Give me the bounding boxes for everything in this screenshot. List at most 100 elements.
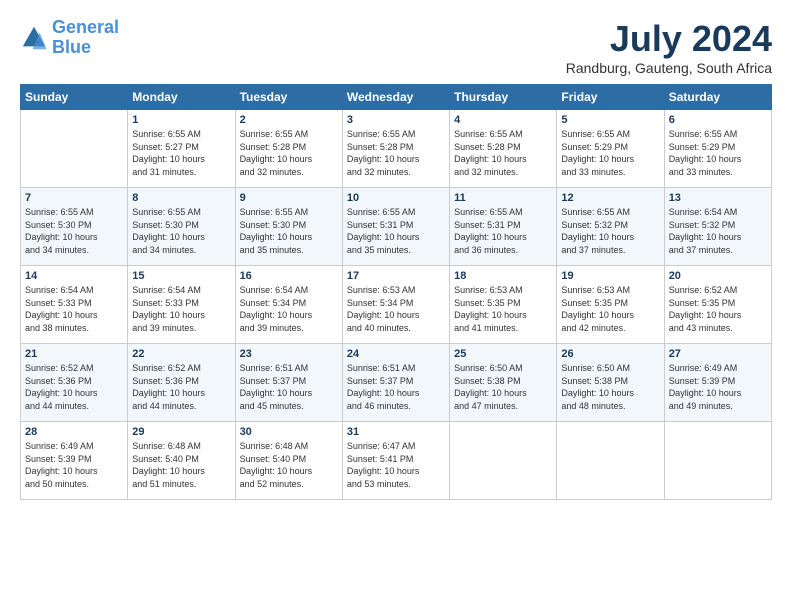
day-info: Sunrise: 6:49 AM Sunset: 5:39 PM Dayligh… <box>669 362 767 412</box>
day-number: 23 <box>240 348 338 360</box>
week-row: 1 Sunrise: 6:55 AM Sunset: 5:27 PM Daylig… <box>21 110 772 188</box>
calendar-cell: 8Sunrise: 6:55 AM Sunset: 5:30 PM Daylig… <box>128 188 235 266</box>
header-day: Sunday <box>21 85 128 110</box>
logo-line1: General <box>52 17 119 37</box>
header-day: Saturday <box>664 85 771 110</box>
header-day: Monday <box>128 85 235 110</box>
day-number: 28 <box>25 426 123 438</box>
header-day: Wednesday <box>342 85 449 110</box>
week-row: 28Sunrise: 6:49 AM Sunset: 5:39 PM Dayli… <box>21 422 772 500</box>
calendar-cell: 14 Sunrise: 6:54 AM Sunset: 5:33 PM Dayli… <box>21 266 128 344</box>
week-row: 7 Sunrise: 6:55 AM Sunset: 5:30 PM Daylig… <box>21 188 772 266</box>
calendar-cell: 1 Sunrise: 6:55 AM Sunset: 5:27 PM Daylig… <box>128 110 235 188</box>
day-info: Sunrise: 6:55 AM Sunset: 5:30 PM Dayligh… <box>240 206 338 256</box>
day-number: 31 <box>347 426 445 438</box>
day-info: Sunrise: 6:55 AM Sunset: 5:28 PM Dayligh… <box>347 128 445 178</box>
day-info: Sunrise: 6:50 AM Sunset: 5:38 PM Dayligh… <box>561 362 659 412</box>
day-number: 17 <box>347 270 445 282</box>
calendar-cell: 12 Sunrise: 6:55 AM Sunset: 5:32 PM Dayli… <box>557 188 664 266</box>
day-number: 6 <box>669 114 767 126</box>
day-number: 27 <box>669 348 767 360</box>
day-number: 3 <box>347 114 445 126</box>
calendar-cell <box>450 422 557 500</box>
day-info: Sunrise: 6:55 AM Sunset: 5:32 PM Dayligh… <box>561 206 659 256</box>
day-info: Sunrise: 6:47 AM Sunset: 5:41 PM Dayligh… <box>347 440 445 490</box>
day-number: 24 <box>347 348 445 360</box>
day-info: Sunrise: 6:55 AM Sunset: 5:30 PM Dayligh… <box>132 206 230 256</box>
header: General Blue July 2024 Randburg, Gauteng… <box>20 18 772 76</box>
header-day: Friday <box>557 85 664 110</box>
logo-icon <box>20 24 48 52</box>
day-info: Sunrise: 6:54 AM Sunset: 5:33 PM Dayligh… <box>132 284 230 334</box>
day-number: 10 <box>347 192 445 204</box>
calendar-cell: 7 Sunrise: 6:55 AM Sunset: 5:30 PM Daylig… <box>21 188 128 266</box>
calendar-cell: 5Sunrise: 6:55 AM Sunset: 5:29 PM Daylig… <box>557 110 664 188</box>
day-number: 11 <box>454 192 552 204</box>
calendar-cell: 28Sunrise: 6:49 AM Sunset: 5:39 PM Dayli… <box>21 422 128 500</box>
day-info: Sunrise: 6:55 AM Sunset: 5:27 PM Dayligh… <box>132 128 230 178</box>
day-number: 20 <box>669 270 767 282</box>
calendar-cell: 16 Sunrise: 6:54 AM Sunset: 5:34 PM Dayli… <box>235 266 342 344</box>
day-info: Sunrise: 6:48 AM Sunset: 5:40 PM Dayligh… <box>132 440 230 490</box>
day-info: Sunrise: 6:51 AM Sunset: 5:37 PM Dayligh… <box>240 362 338 412</box>
day-info: Sunrise: 6:54 AM Sunset: 5:33 PM Dayligh… <box>25 284 123 334</box>
day-info: Sunrise: 6:48 AM Sunset: 5:40 PM Dayligh… <box>240 440 338 490</box>
header-row: SundayMondayTuesdayWednesdayThursdayFrid… <box>21 85 772 110</box>
day-number: 16 <box>240 270 338 282</box>
day-info: Sunrise: 6:55 AM Sunset: 5:29 PM Dayligh… <box>561 128 659 178</box>
day-number: 2 <box>240 114 338 126</box>
month-title: July 2024 <box>566 18 772 60</box>
day-info: Sunrise: 6:55 AM Sunset: 5:30 PM Dayligh… <box>25 206 123 256</box>
day-number: 18 <box>454 270 552 282</box>
header-day: Tuesday <box>235 85 342 110</box>
day-info: Sunrise: 6:50 AM Sunset: 5:38 PM Dayligh… <box>454 362 552 412</box>
day-number: 12 <box>561 192 659 204</box>
calendar-cell: 19Sunrise: 6:53 AM Sunset: 5:35 PM Dayli… <box>557 266 664 344</box>
day-number: 15 <box>132 270 230 282</box>
day-number: 1 <box>132 114 230 126</box>
title-block: July 2024 Randburg, Gauteng, South Afric… <box>566 18 772 76</box>
calendar-cell: 26 Sunrise: 6:50 AM Sunset: 5:38 PM Dayli… <box>557 344 664 422</box>
week-row: 14 Sunrise: 6:54 AM Sunset: 5:33 PM Dayli… <box>21 266 772 344</box>
day-number: 25 <box>454 348 552 360</box>
calendar-cell: 18 Sunrise: 6:53 AM Sunset: 5:35 PM Dayli… <box>450 266 557 344</box>
logo-text: General Blue <box>52 18 119 58</box>
day-info: Sunrise: 6:52 AM Sunset: 5:36 PM Dayligh… <box>25 362 123 412</box>
day-number: 29 <box>132 426 230 438</box>
calendar-cell <box>664 422 771 500</box>
day-number: 7 <box>25 192 123 204</box>
calendar-cell: 24 Sunrise: 6:51 AM Sunset: 5:37 PM Dayli… <box>342 344 449 422</box>
calendar-cell: 21 Sunrise: 6:52 AM Sunset: 5:36 PM Dayli… <box>21 344 128 422</box>
calendar-cell: 4Sunrise: 6:55 AM Sunset: 5:28 PM Daylig… <box>450 110 557 188</box>
calendar-cell: 2 Sunrise: 6:55 AM Sunset: 5:28 PM Daylig… <box>235 110 342 188</box>
calendar-cell: 23 Sunrise: 6:51 AM Sunset: 5:37 PM Dayli… <box>235 344 342 422</box>
calendar-cell: 13Sunrise: 6:54 AM Sunset: 5:32 PM Dayli… <box>664 188 771 266</box>
calendar-cell <box>21 110 128 188</box>
day-info: Sunrise: 6:51 AM Sunset: 5:37 PM Dayligh… <box>347 362 445 412</box>
day-info: Sunrise: 6:54 AM Sunset: 5:34 PM Dayligh… <box>240 284 338 334</box>
calendar-cell: 22Sunrise: 6:52 AM Sunset: 5:36 PM Dayli… <box>128 344 235 422</box>
calendar-cell: 27 Sunrise: 6:49 AM Sunset: 5:39 PM Dayli… <box>664 344 771 422</box>
calendar-cell: 30Sunrise: 6:48 AM Sunset: 5:40 PM Dayli… <box>235 422 342 500</box>
day-number: 22 <box>132 348 230 360</box>
calendar-table: SundayMondayTuesdayWednesdayThursdayFrid… <box>20 84 772 500</box>
logo-line2: Blue <box>52 37 91 57</box>
calendar-cell: 31 Sunrise: 6:47 AM Sunset: 5:41 PM Dayli… <box>342 422 449 500</box>
page: General Blue July 2024 Randburg, Gauteng… <box>0 0 792 510</box>
calendar-cell: 20Sunrise: 6:52 AM Sunset: 5:35 PM Dayli… <box>664 266 771 344</box>
day-info: Sunrise: 6:53 AM Sunset: 5:35 PM Dayligh… <box>454 284 552 334</box>
calendar-cell <box>557 422 664 500</box>
calendar-cell: 10Sunrise: 6:55 AM Sunset: 5:31 PM Dayli… <box>342 188 449 266</box>
day-info: Sunrise: 6:53 AM Sunset: 5:34 PM Dayligh… <box>347 284 445 334</box>
week-row: 21 Sunrise: 6:52 AM Sunset: 5:36 PM Dayli… <box>21 344 772 422</box>
day-number: 14 <box>25 270 123 282</box>
day-info: Sunrise: 6:55 AM Sunset: 5:28 PM Dayligh… <box>454 128 552 178</box>
location: Randburg, Gauteng, South Africa <box>566 60 772 76</box>
day-number: 21 <box>25 348 123 360</box>
calendar-cell: 6Sunrise: 6:55 AM Sunset: 5:29 PM Daylig… <box>664 110 771 188</box>
calendar-cell: 29 Sunrise: 6:48 AM Sunset: 5:40 PM Dayli… <box>128 422 235 500</box>
calendar-cell: 25 Sunrise: 6:50 AM Sunset: 5:38 PM Dayli… <box>450 344 557 422</box>
day-number: 26 <box>561 348 659 360</box>
day-info: Sunrise: 6:55 AM Sunset: 5:28 PM Dayligh… <box>240 128 338 178</box>
day-info: Sunrise: 6:53 AM Sunset: 5:35 PM Dayligh… <box>561 284 659 334</box>
